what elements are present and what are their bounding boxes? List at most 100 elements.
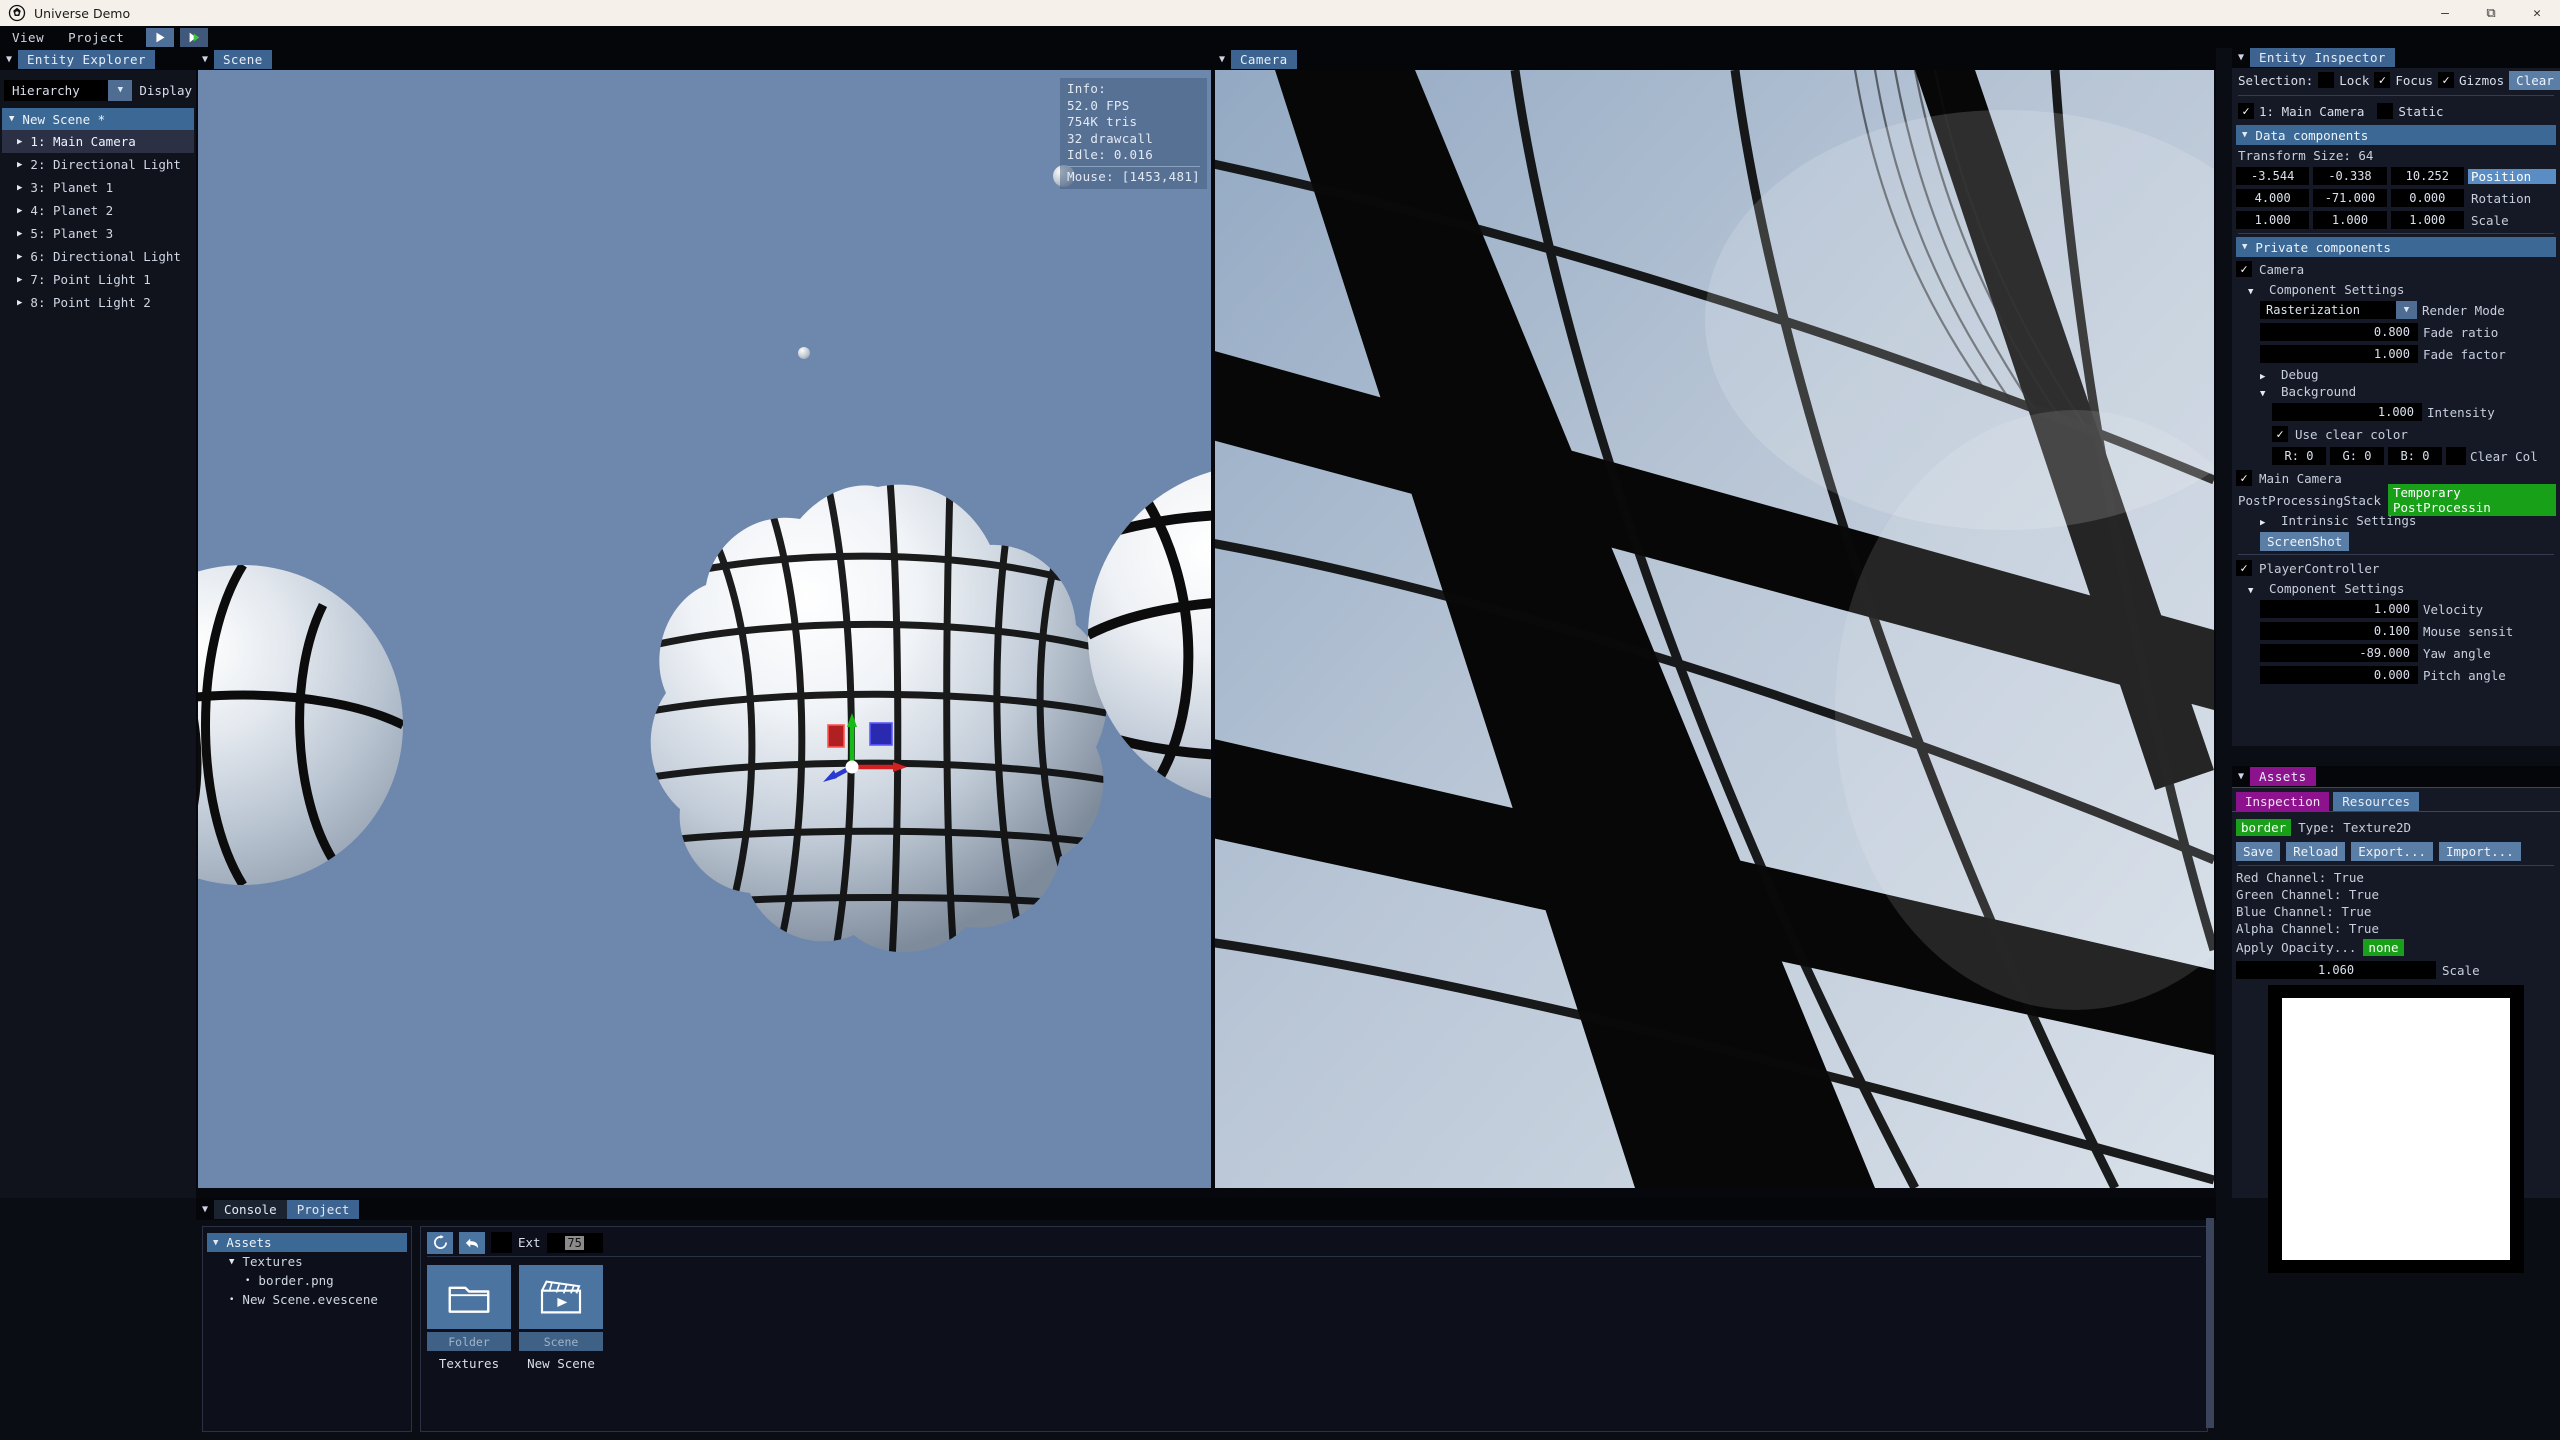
transform-rotation-axis-1[interactable]: -71.000 xyxy=(2313,189,2387,207)
transform-gizmo-icon[interactable] xyxy=(813,705,923,805)
project-tree-row[interactable]: • New Scene.evescene xyxy=(207,1290,407,1309)
transform-rotation-axis-2[interactable]: 0.000 xyxy=(2390,189,2464,207)
data-components-header[interactable]: ▼ Data components xyxy=(2236,125,2556,145)
entity-row[interactable]: ▶ 5: Planet 3 xyxy=(2,222,194,245)
project-tree-row[interactable]: ▼ Textures xyxy=(207,1252,407,1271)
panel-pin-icon[interactable]: ▼ xyxy=(196,48,214,70)
expand-triangle-icon[interactable]: ▶ xyxy=(2260,372,2265,382)
entity-row[interactable]: ▶ 8: Point Light 2 xyxy=(2,291,194,314)
main-camera-checkbox[interactable]: ✓ xyxy=(2236,470,2252,486)
play-fast-forward-icon[interactable] xyxy=(180,27,209,47)
debug-section[interactable]: ▶ Debug xyxy=(2236,366,2556,383)
entity-row[interactable]: ▶ 7: Point Light 1 xyxy=(2,268,194,291)
play-icon[interactable] xyxy=(146,27,175,47)
back-arrow-icon[interactable] xyxy=(459,1231,485,1254)
clear-color-r[interactable]: R: 0 xyxy=(2272,447,2326,465)
transform-scale-axis-2[interactable]: 1.000 xyxy=(2390,211,2464,229)
transform-position-axis-1[interactable]: -0.338 xyxy=(2313,167,2387,185)
camera-render-canvas[interactable] xyxy=(1215,70,2214,1188)
clear-selection-button[interactable]: Clear xyxy=(2509,70,2560,90)
entity-row[interactable]: ▶ 3: Planet 1 xyxy=(2,176,194,199)
pitch-angle-input[interactable]: 0.000 xyxy=(2260,666,2418,684)
panel-pin-icon[interactable]: ▼ xyxy=(0,48,18,70)
expand-triangle-icon[interactable]: ▶ xyxy=(17,160,22,170)
expand-triangle-icon[interactable]: ▶ xyxy=(2260,518,2265,528)
intensity-input[interactable]: 1.000 xyxy=(2272,403,2422,421)
velocity-input[interactable]: 1.000 xyxy=(2260,600,2418,618)
entity-inspector-tab[interactable]: Entity Inspector xyxy=(2250,47,2395,67)
private-components-header[interactable]: ▼ Private components xyxy=(2236,237,2556,257)
transform-rotation-axis-0[interactable]: 4.000 xyxy=(2236,189,2310,207)
panel-pin-icon[interactable]: ▼ xyxy=(1213,48,1231,70)
use-clear-color-checkbox[interactable]: ✓ xyxy=(2272,426,2288,442)
transform-position-axis-0[interactable]: -3.544 xyxy=(2236,167,2310,185)
collapse-triangle-icon[interactable]: ▼ xyxy=(2242,242,2247,252)
yaw-angle-input[interactable]: -89.000 xyxy=(2260,644,2418,662)
postprocessing-value[interactable]: Temporary PostProcessin xyxy=(2388,484,2556,516)
export-button[interactable]: Export... xyxy=(2351,842,2433,861)
chevron-down-icon[interactable]: ▼ xyxy=(2396,301,2417,319)
entity-row[interactable]: ▶ 4: Planet 2 xyxy=(2,199,194,222)
tab-inspection[interactable]: Inspection xyxy=(2236,792,2330,811)
entity-explorer-tab[interactable]: Entity Explorer xyxy=(18,49,155,69)
expand-triangle-icon[interactable]: ▼ xyxy=(9,114,14,124)
clear-color-swatch[interactable] xyxy=(2446,447,2466,465)
entity-row[interactable]: ▶ 1: Main Camera xyxy=(2,130,194,153)
expand-triangle-icon[interactable]: ▶ xyxy=(17,298,22,308)
lock-checkbox[interactable] xyxy=(2318,72,2335,88)
player-settings-header[interactable]: ▼ Component Settings xyxy=(2236,580,2556,597)
refresh-icon[interactable] xyxy=(427,1231,453,1254)
minimize-icon[interactable]: — xyxy=(2422,0,2468,26)
menu-item-project[interactable]: Project xyxy=(56,28,136,47)
tab-scene[interactable]: Scene xyxy=(214,49,272,69)
background-section[interactable]: ▼ Background xyxy=(2236,383,2556,400)
expand-triangle-icon[interactable]: ▶ xyxy=(17,137,22,147)
bullet-icon[interactable]: • xyxy=(245,1276,250,1286)
entity-enabled-checkbox[interactable]: ✓ xyxy=(2238,103,2254,119)
tab-console[interactable]: Console xyxy=(214,1199,287,1219)
tab-camera[interactable]: Camera xyxy=(1231,49,1297,69)
save-button[interactable]: Save xyxy=(2236,842,2281,861)
filter-color-swatch[interactable] xyxy=(491,1232,512,1253)
player-controller-enabled-checkbox[interactable]: ✓ xyxy=(2236,560,2252,576)
fade-factor-input[interactable]: 1.000 xyxy=(2260,345,2418,363)
tab-resources[interactable]: Resources xyxy=(2333,792,2419,811)
apply-opacity-value[interactable]: none xyxy=(2363,939,2404,956)
transform-scale-axis-1[interactable]: 1.000 xyxy=(2313,211,2387,229)
collapse-triangle-icon[interactable]: ▼ xyxy=(213,1238,218,1248)
scene-render-canvas[interactable]: Info: 52.0 FPS 754K tris 32 drawcall Idl… xyxy=(198,70,1211,1188)
collapse-triangle-icon[interactable]: ▼ xyxy=(229,1257,234,1267)
tab-project[interactable]: Project xyxy=(286,1199,360,1219)
scene-root-row[interactable]: ▼ New Scene * xyxy=(2,108,194,130)
bottom-panel-scrollbar[interactable] xyxy=(2206,1218,2214,1428)
collapse-triangle-icon[interactable]: ▼ xyxy=(2248,586,2253,596)
asset-name-tag[interactable]: border xyxy=(2236,819,2292,836)
transform-scale-axis-0[interactable]: 1.000 xyxy=(2236,211,2310,229)
expand-triangle-icon[interactable]: ▶ xyxy=(17,275,22,285)
bullet-icon[interactable]: • xyxy=(229,1295,234,1305)
expand-triangle-icon[interactable]: ▶ xyxy=(17,252,22,262)
entity-row[interactable]: ▶ 6: Directional Light xyxy=(2,245,194,268)
gizmos-checkbox[interactable]: ✓ xyxy=(2438,72,2455,88)
screenshot-button[interactable]: ScreenShot xyxy=(2260,531,2350,551)
camera-settings-header[interactable]: ▼ Component Settings xyxy=(2236,281,2556,298)
menu-item-view[interactable]: View xyxy=(0,28,56,47)
fade-ratio-input[interactable]: 0.800 xyxy=(2260,323,2418,341)
expand-triangle-icon[interactable]: ▶ xyxy=(17,183,22,193)
maximize-icon[interactable]: ⧉ xyxy=(2468,0,2514,26)
static-checkbox[interactable] xyxy=(2377,103,2394,119)
clear-color-b[interactable]: B: 0 xyxy=(2388,447,2442,465)
project-tree-row[interactable]: ▼ Assets xyxy=(207,1233,407,1252)
asset-card-textures[interactable]: Folder Textures xyxy=(427,1265,511,1371)
asset-card-new-scene[interactable]: Scene New Scene xyxy=(519,1265,603,1371)
close-icon[interactable]: ✕ xyxy=(2514,0,2560,26)
clear-color-g[interactable]: G: 0 xyxy=(2330,447,2384,465)
hierarchy-combo[interactable]: Hierarchy xyxy=(4,79,109,101)
entity-row[interactable]: ▶ 2: Directional Light xyxy=(2,153,194,176)
collapse-triangle-icon[interactable]: ▼ xyxy=(2242,130,2247,140)
collapse-triangle-icon[interactable]: ▼ xyxy=(2260,389,2265,399)
project-tree-row[interactable]: • border.png xyxy=(207,1271,407,1290)
mouse-sensitivity-input[interactable]: 0.100 xyxy=(2260,622,2418,640)
expand-triangle-icon[interactable]: ▶ xyxy=(17,229,22,239)
panel-pin-icon[interactable]: ▼ xyxy=(2232,766,2250,788)
